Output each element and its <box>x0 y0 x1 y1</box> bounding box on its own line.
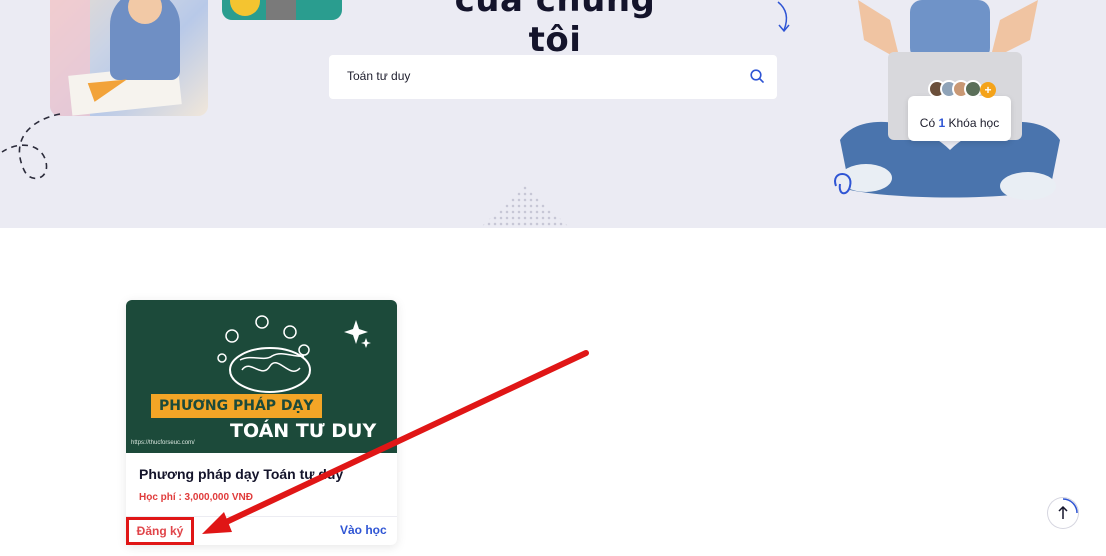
page-title: của chúng tôi <box>454 0 656 60</box>
page: của chúng tôi Toán tư duy Có 1 Khóa học <box>0 0 1106 556</box>
course-count-card: Có 1 Khóa học <box>908 96 1011 141</box>
course-price: Học phí : 3,000,000 VNĐ <box>139 492 253 503</box>
curved-arrow-decoration <box>777 1 790 33</box>
student-photo <box>222 0 342 20</box>
thumbnail-title: TOÁN TƯ DUY <box>230 420 377 442</box>
search-input[interactable]: Toán tư duy <box>329 55 777 99</box>
kids-photo <box>50 0 208 116</box>
brain-icon <box>217 315 311 393</box>
thumbnail-tag: PHƯƠNG PHÁP DẠY <box>151 394 322 418</box>
arrow-up-icon <box>1058 498 1078 519</box>
register-button[interactable]: Đăng ký <box>126 517 194 545</box>
sparkle-icon <box>344 320 371 348</box>
dot-pattern-decoration <box>480 185 570 228</box>
search-input-value: Toán tư duy <box>347 69 411 83</box>
search-icon[interactable] <box>749 68 765 84</box>
hero-banner: của chúng tôi Toán tư duy Có 1 Khóa học <box>0 0 1106 228</box>
thumbnail-url: https://thucforseuc.com/ <box>131 440 195 446</box>
course-count-text: Có 1 Khóa học <box>919 116 1000 130</box>
scroll-to-top-button[interactable] <box>1048 498 1078 528</box>
course-thumbnail[interactable]: PHƯƠNG PHÁP DẠY TOÁN TƯ DUY https://thuc… <box>126 300 397 453</box>
learn-button[interactable]: Vào học <box>340 523 387 537</box>
course-card[interactable]: PHƯƠNG PHÁP DẠY TOÁN TƯ DUY https://thuc… <box>126 300 397 545</box>
plus-icon: + <box>980 82 996 98</box>
course-title[interactable]: Phương pháp dạy Toán tư duy <box>139 466 343 482</box>
dashed-curve-decoration <box>1 113 61 180</box>
